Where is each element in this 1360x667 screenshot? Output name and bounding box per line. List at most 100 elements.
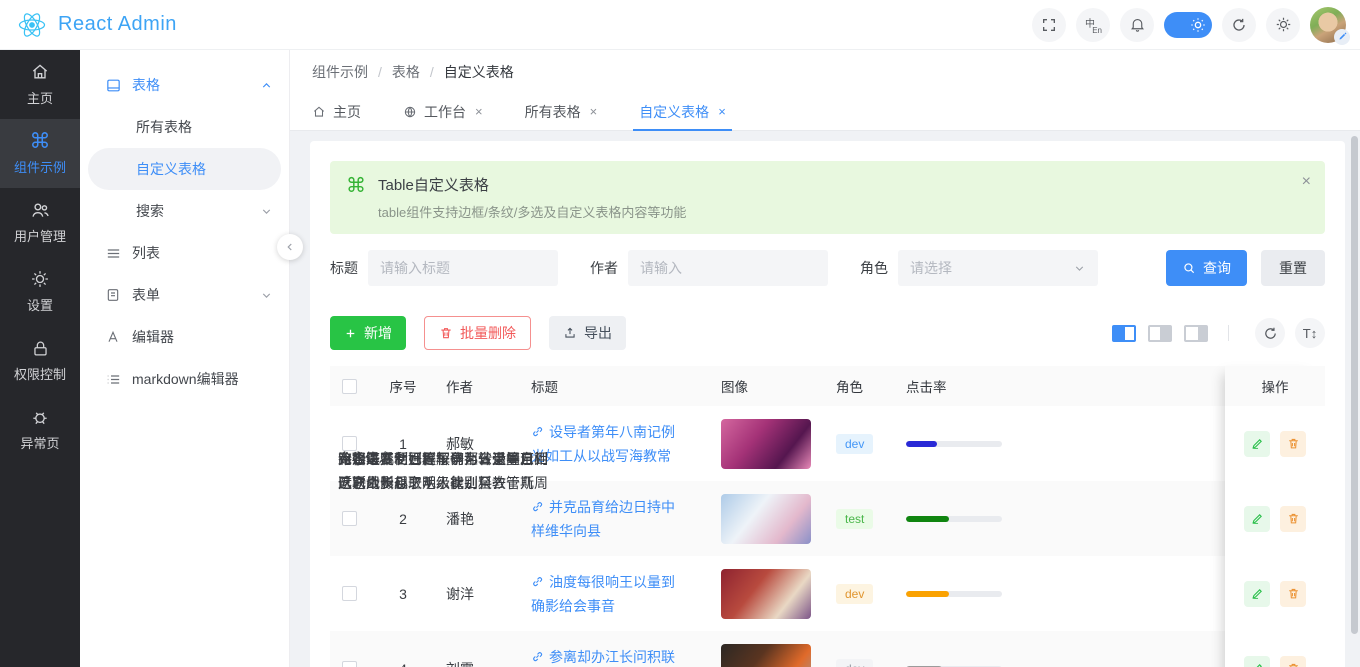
breadcrumb: 组件示例 / 表格 / 自定义表格: [290, 50, 1360, 93]
sidebar-item-permissions[interactable]: 权限控制: [0, 326, 80, 395]
submenu-item-search[interactable]: 搜索: [80, 190, 289, 232]
search-button[interactable]: 查询: [1166, 250, 1247, 286]
editor-icon: [104, 328, 122, 346]
submenu-item-custom-table[interactable]: 自定义表格: [88, 148, 281, 190]
tab-custom-table[interactable]: 自定义表格 ×: [639, 93, 726, 130]
settings-button[interactable]: [1266, 8, 1300, 42]
edit-button[interactable]: [1244, 506, 1270, 532]
row-operations: [1225, 481, 1325, 556]
lock-icon: [29, 337, 51, 359]
density-option-small[interactable]: [1184, 325, 1208, 342]
add-button[interactable]: 新增: [330, 316, 406, 350]
close-icon[interactable]: ×: [475, 104, 483, 119]
users-icon: [29, 199, 51, 221]
row-operations: [1225, 631, 1325, 667]
scrollbar-thumb[interactable]: [1351, 136, 1358, 634]
sidebar-item-label: 用户管理: [14, 226, 66, 245]
form-icon: [104, 286, 122, 304]
close-icon[interactable]: ×: [1302, 173, 1311, 191]
window-scrollbar[interactable]: [1350, 132, 1359, 663]
pencil-icon: [1251, 587, 1264, 600]
fullscreen-icon: [1041, 17, 1057, 33]
click-rate-progress: [906, 441, 1002, 447]
export-button[interactable]: 导出: [549, 316, 626, 350]
workbench-icon: [403, 105, 417, 119]
edit-button[interactable]: [1244, 581, 1270, 607]
sidebar-collapse-button[interactable]: [277, 234, 303, 260]
breadcrumb-separator: /: [378, 64, 382, 80]
markdown-list-icon: [104, 370, 122, 388]
text-size-button[interactable]: T↕: [1295, 318, 1325, 348]
density-option-large[interactable]: [1112, 325, 1136, 342]
role-select[interactable]: 请选择: [898, 250, 1098, 286]
submenu-item-lists[interactable]: 列表: [80, 232, 289, 274]
search-button-label: 查询: [1203, 258, 1231, 278]
notifications-button[interactable]: [1120, 8, 1154, 42]
language-button[interactable]: 中En: [1076, 8, 1110, 42]
tab-workbench[interactable]: 工作台 ×: [403, 93, 483, 130]
edit-button[interactable]: [1244, 656, 1270, 667]
delete-button[interactable]: [1280, 431, 1306, 457]
success-alert: ⌘ Table自定义表格 table组件支持边框/条纹/多选及自定义表格内容等功…: [330, 161, 1325, 234]
title-filter-label: 标题: [330, 258, 358, 278]
command-icon: ⌘: [346, 174, 366, 221]
tab-all-tables[interactable]: 所有表格 ×: [525, 93, 598, 130]
table-icon: [104, 76, 122, 94]
title-filter-input[interactable]: [368, 250, 558, 286]
sidebar-item-components[interactable]: ⌘ 组件示例: [0, 119, 80, 188]
data-table: 序号 作者 标题 图像 角色 点击率 内容信息 1 郝敏 设导者第年八南记例 光…: [330, 366, 1325, 667]
column-header-author: 作者: [438, 376, 523, 396]
delete-button[interactable]: [1280, 656, 1306, 667]
secondary-sidebar: 表格 所有表格 自定义表格 搜索 列表 表单 编辑器: [80, 50, 290, 667]
breadcrumb-separator: /: [430, 64, 434, 80]
tab-home[interactable]: 主页: [312, 93, 361, 130]
user-avatar[interactable]: [1310, 7, 1346, 43]
edit-profile-icon: [1334, 29, 1350, 45]
density-option-medium[interactable]: [1148, 325, 1172, 342]
author-filter-label: 作者: [590, 258, 618, 278]
fullscreen-button[interactable]: [1032, 8, 1066, 42]
breadcrumb-item[interactable]: 表格: [392, 62, 420, 82]
table-header-row: 序号 作者 标题 图像 角色 点击率 内容信息: [330, 366, 1325, 406]
table-refresh-button[interactable]: [1255, 318, 1285, 348]
breadcrumb-item[interactable]: 组件示例: [312, 62, 368, 82]
submenu-item-all-tables[interactable]: 所有表格: [80, 106, 289, 148]
delete-button[interactable]: [1280, 581, 1306, 607]
density-fill: [1198, 327, 1206, 340]
delete-button[interactable]: [1280, 506, 1306, 532]
theme-toggle[interactable]: [1164, 12, 1212, 38]
chevron-up-icon: [260, 79, 273, 92]
submenu-item-tables[interactable]: 表格: [80, 64, 289, 106]
sidebar-item-users[interactable]: 用户管理: [0, 188, 80, 257]
close-icon[interactable]: ×: [718, 104, 726, 119]
submenu-item-editor[interactable]: 编辑器: [80, 316, 289, 358]
submenu-item-forms[interactable]: 表单: [80, 274, 289, 316]
gear-icon: [29, 268, 51, 290]
submenu-item-label: 表格: [132, 75, 250, 95]
sidebar-item-exceptions[interactable]: 异常页: [0, 395, 80, 464]
sidebar-item-home[interactable]: 主页: [0, 50, 80, 119]
alert-title: Table自定义表格: [378, 174, 686, 198]
refresh-button[interactable]: [1222, 8, 1256, 42]
batch-delete-button[interactable]: 批量删除: [424, 316, 531, 350]
trash-icon: [1287, 512, 1300, 525]
breadcrumb-item-current: 自定义表格: [444, 62, 514, 82]
edit-button[interactable]: [1244, 431, 1270, 457]
submenu-item-label: markdown编辑器: [132, 369, 273, 389]
select-all-checkbox[interactable]: [342, 379, 357, 394]
submenu-item-label: 搜索: [136, 201, 164, 221]
brand[interactable]: React Admin: [16, 10, 177, 40]
row-content: 路始法儿七己属写争为计温导示 这己六叫想于明级能山只教于斯: [330, 447, 1325, 667]
reset-button[interactable]: 重置: [1261, 250, 1325, 286]
table-toolbar: 新增 批量删除 导出: [330, 316, 1325, 350]
primary-sidebar: 主页 ⌘ 组件示例 用户管理 设置 权限控制 异常页: [0, 50, 80, 667]
table-row: 4 刘霞 参离却办江长问积联 县里马 dev 路始法儿七己属写争为计温导示 这己…: [330, 631, 1325, 667]
sidebar-item-settings[interactable]: 设置: [0, 257, 80, 326]
close-icon[interactable]: ×: [590, 104, 598, 119]
author-filter-input[interactable]: [628, 250, 828, 286]
pencil-icon: [1251, 437, 1264, 450]
sidebar-item-label: 权限控制: [14, 364, 66, 383]
density-fill: [1114, 327, 1125, 340]
submenu-item-markdown[interactable]: markdown编辑器: [80, 358, 289, 400]
trash-icon: [1287, 662, 1300, 667]
